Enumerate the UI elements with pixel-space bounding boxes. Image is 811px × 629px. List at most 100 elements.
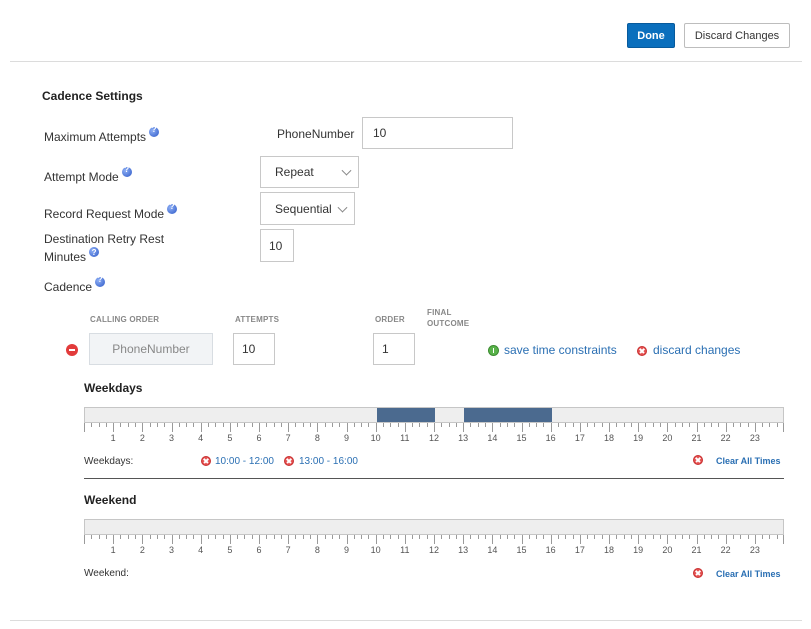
- timeline-tick: [171, 423, 173, 432]
- weekdays-title: Weekdays: [84, 381, 143, 395]
- weekend-clear-all-button[interactable]: Clear All Times: [716, 569, 781, 579]
- timeline-tick: [762, 535, 764, 539]
- hour-label: 11: [400, 545, 410, 555]
- timeline-tick: [164, 423, 166, 427]
- timeline-tick: [703, 423, 705, 427]
- timeline-tick: [681, 423, 683, 427]
- timeline-tick: [667, 535, 669, 544]
- weekdays-clear-all-button[interactable]: Clear All Times: [716, 456, 781, 466]
- hour-label: 13: [458, 545, 469, 555]
- time-range-segment[interactable]: [464, 408, 552, 422]
- attempt-mode-label-text: Attempt Mode: [44, 170, 119, 184]
- timeline-tick: [412, 423, 414, 427]
- timeline-tick: [667, 423, 669, 432]
- weekend-hour-labels: 1 2 3 4 5 6 7 8 9 10 11 12 13 14 15 16 17 18 19 20 21 22 23: [84, 545, 784, 557]
- help-icon[interactable]: [121, 165, 132, 177]
- timeline-tick: [448, 535, 450, 539]
- timeline-tick: [434, 535, 435, 544]
- timeline-tick: [273, 423, 275, 427]
- timeline-tick: [91, 535, 93, 539]
- attempts-input[interactable]: 10: [233, 333, 275, 365]
- remove-row-icon[interactable]: [66, 344, 78, 356]
- record-request-mode-select[interactable]: Sequential: [260, 192, 355, 225]
- timeline-tick: [463, 535, 465, 544]
- timeline-tick: [193, 535, 195, 539]
- timeline-tick: [397, 535, 399, 539]
- help-icon[interactable]: [95, 275, 106, 287]
- timeline-tick: [331, 423, 333, 427]
- hour-label: 17: [574, 433, 585, 443]
- timeline-tick: [528, 423, 530, 427]
- timeline-tick: [244, 423, 246, 427]
- hour-label: 17: [574, 545, 585, 555]
- timeline-tick: [769, 535, 771, 539]
- timeline-tick: [725, 535, 727, 544]
- hour-label: 7: [285, 433, 291, 443]
- timeline-tick: [171, 535, 173, 544]
- remove-range-icon[interactable]: [284, 456, 294, 466]
- timeline-tick: [441, 535, 443, 539]
- timeline-tick: [229, 535, 231, 544]
- timeline-tick: [310, 535, 312, 539]
- weekend-timeline[interactable]: [84, 519, 784, 535]
- timeline-tick: [215, 423, 217, 427]
- timeline-tick: [346, 423, 348, 432]
- hour-label: 1: [110, 545, 116, 555]
- timeline-tick: [149, 535, 151, 539]
- hour-label: 10: [370, 545, 381, 555]
- discard-changes-button[interactable]: Discard Changes: [684, 23, 790, 48]
- timeline-tick: [594, 423, 596, 427]
- clear-icon[interactable]: [693, 568, 703, 578]
- hour-label: 23: [749, 545, 760, 555]
- timeline-tick: [776, 535, 778, 539]
- timeline-tick: [506, 535, 508, 539]
- weekdays-range-2[interactable]: 13:00 - 16:00: [299, 456, 358, 467]
- hour-label: 9: [343, 545, 350, 555]
- help-icon[interactable]: [89, 245, 100, 260]
- save-time-constraints-link[interactable]: save time constraints: [504, 343, 617, 357]
- timeline-tick: [251, 423, 253, 427]
- timeline-tick: [295, 423, 297, 427]
- help-icon[interactable]: [167, 202, 178, 214]
- clear-icon[interactable]: [693, 455, 703, 465]
- timeline-tick: [645, 535, 647, 539]
- save-icon[interactable]: [488, 345, 499, 356]
- attempt-mode-label: Attempt Mode: [44, 165, 132, 184]
- hour-label: 12: [428, 433, 440, 443]
- attempt-mode-select[interactable]: Repeat: [260, 156, 359, 188]
- time-range-segment[interactable]: [376, 408, 435, 422]
- timeline-tick: [616, 423, 618, 427]
- help-icon[interactable]: [149, 125, 160, 137]
- remove-range-icon[interactable]: [201, 456, 211, 466]
- calling-order-header: CALLING ORDER: [90, 315, 160, 324]
- timeline-tick: [259, 535, 260, 544]
- discard-icon[interactable]: [637, 346, 647, 356]
- hour-label: 3: [168, 433, 175, 443]
- timeline-tick: [477, 535, 479, 539]
- done-button[interactable]: Done: [627, 23, 675, 48]
- timeline-tick: [368, 423, 370, 427]
- timeline-tick: [237, 423, 239, 427]
- timeline-tick: [470, 535, 472, 539]
- discard-changes-link[interactable]: discard changes: [653, 343, 740, 357]
- timeline-tick: [645, 423, 647, 427]
- timeline-tick: [84, 535, 85, 544]
- timeline-tick: [543, 423, 545, 427]
- destination-retry-input[interactable]: 10: [260, 229, 294, 262]
- timeline-tick: [288, 535, 290, 544]
- timeline-tick: [587, 423, 589, 427]
- destination-retry-label-line1: Destination Retry Rest: [44, 232, 165, 246]
- hour-label: 20: [662, 433, 673, 443]
- timeline-tick: [229, 423, 231, 432]
- max-attempts-input[interactable]: 10: [362, 117, 513, 149]
- timeline-tick: [382, 423, 384, 427]
- weekdays-timeline[interactable]: [84, 407, 784, 423]
- timeline-tick: [696, 423, 698, 432]
- order-input[interactable]: 1: [373, 333, 415, 365]
- timeline-tick: [674, 535, 676, 539]
- calling-order-input: PhoneNumber: [89, 333, 213, 365]
- max-attempts-label-text: Maximum Attempts: [44, 130, 147, 144]
- timeline-tick: [361, 535, 363, 539]
- weekdays-range-1[interactable]: 10:00 - 12:00: [215, 456, 274, 467]
- attempt-mode-value: Repeat: [275, 165, 314, 179]
